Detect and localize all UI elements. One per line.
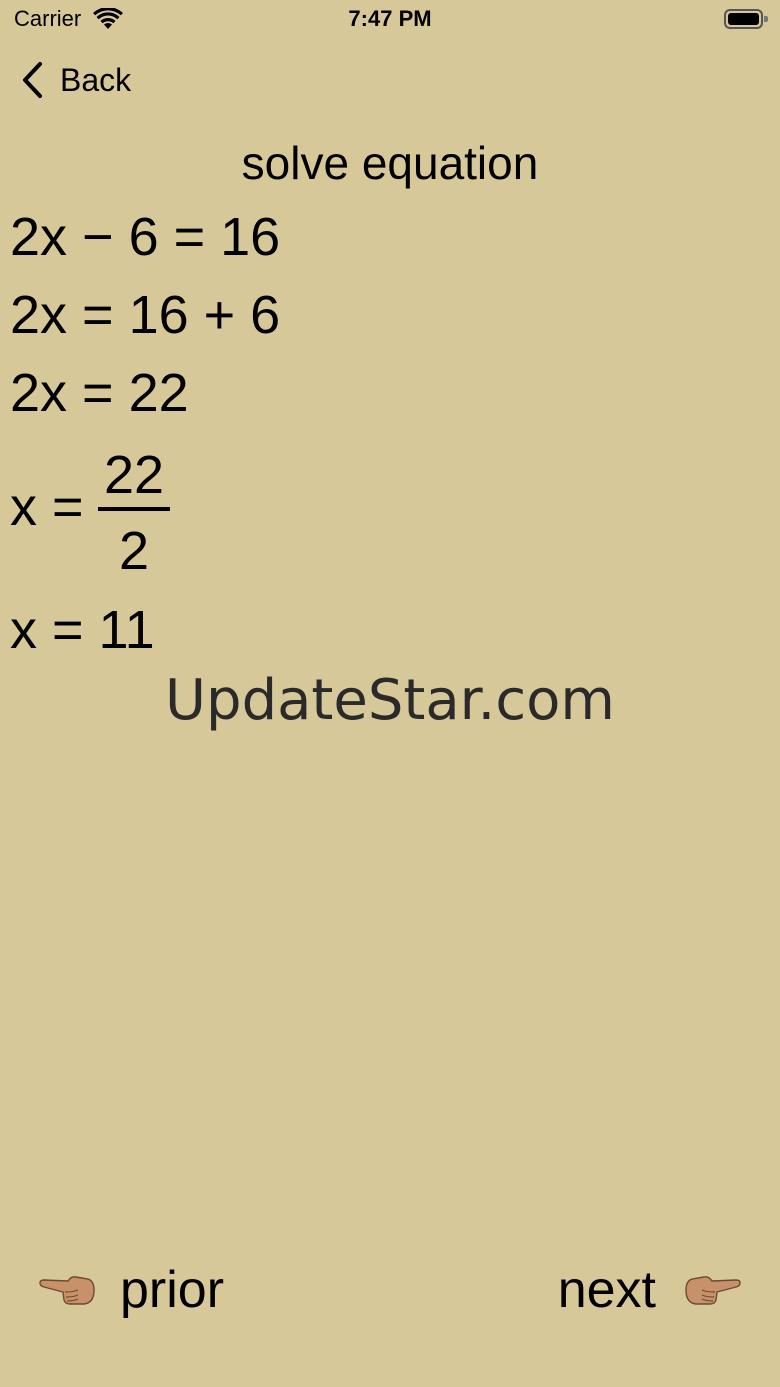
fraction-numerator: 22 — [103, 445, 165, 505]
status-time: 7:47 PM — [348, 6, 432, 31]
equation-step-3: 2x = 22 — [10, 363, 189, 423]
hand-pointing-right-icon — [685, 1276, 741, 1305]
chevron-left-icon — [23, 62, 42, 98]
battery-full-icon — [724, 9, 768, 29]
fraction-lhs: x = — [10, 477, 84, 537]
equation-step-1: 2x − 6 = 16 — [10, 207, 281, 267]
fraction-denominator: 2 — [118, 521, 150, 581]
hand-pointing-left-icon — [39, 1276, 95, 1305]
back-button[interactable]: Back — [18, 56, 131, 104]
page-title: solve equation — [241, 137, 539, 189]
watermark: UpdateStar.com — [165, 668, 615, 733]
next-label: next — [557, 1261, 656, 1319]
fraction-bar — [98, 507, 170, 511]
prior-button[interactable]: prior — [38, 1258, 224, 1322]
prior-label: prior — [120, 1261, 225, 1319]
next-button[interactable]: next — [558, 1258, 742, 1322]
back-label: Back — [60, 61, 132, 98]
equation-step-5: x = 11 — [10, 600, 155, 660]
equation-step-2: 2x = 16 + 6 — [10, 285, 281, 345]
